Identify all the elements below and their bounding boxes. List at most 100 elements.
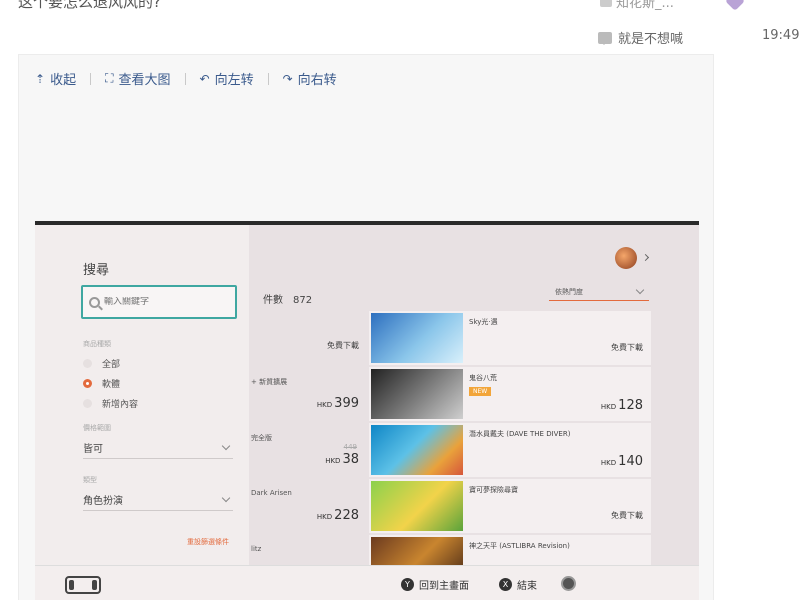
count-value: 872 [293,295,313,306]
home-hint[interactable]: Y 回到主畫面 [401,577,469,592]
game-name: Sky光·遇 [469,318,498,326]
price-value: 38 [342,452,359,467]
price-select[interactable]: 皆可 [83,437,233,459]
rotate-left-label: 向左转 [214,73,254,88]
radio-label: 軟體 [102,380,121,390]
collapse-label: 收起 [50,73,77,88]
list-item[interactable]: 完全版 449 HKD 38 [249,423,369,477]
item-price: HKD 399 [317,396,359,411]
y-button-icon: Y [401,578,414,591]
game-row-guigu[interactable]: 鬼谷八荒 NEW HKD 128 [369,367,651,421]
game-row-astlibra[interactable]: 神之天平 (ASTLIBRA Revision) [369,535,651,565]
new-badge: NEW [469,387,492,396]
game-thumbnail [371,537,463,565]
item-tag: Dark Arisen [251,489,292,497]
home-hint-label: 回到主畫面 [419,581,469,592]
end-hint-label: 結束 [517,581,537,592]
game-row-pokemon[interactable]: 寶可夢探險尋寶 免費下載 [369,479,651,533]
price-value: 399 [334,396,359,411]
count-label: 件數 [263,295,283,306]
search-icon [89,296,100,308]
rotate-left-icon: ↶ [199,71,210,86]
reply-author[interactable]: 就是不想喊 [618,28,683,47]
collapse-icon: ⇡ [35,71,46,86]
sort-select[interactable]: 依熱門度 [549,283,649,301]
item-price: HKD 38 [325,452,359,467]
search-title: 搜尋 [83,263,110,278]
original-price: 449 [343,443,357,451]
genre-select-value: 角色扮演 [83,496,123,507]
comment-icon [600,0,612,7]
game-thumbnail [371,313,463,363]
category-caption: 商品種類 [83,340,111,348]
radio-circle [83,399,92,408]
free-download-label: 免費下載 [611,511,643,520]
currency: HKD [316,401,333,409]
search-box[interactable] [81,285,237,319]
rotate-left-button[interactable]: ↶ 向左转 [199,69,254,89]
price-select-value: 皆可 [83,444,103,455]
price-value: 140 [618,454,643,469]
game-thumbnail [371,369,463,419]
eshop-screen: 搜尋 商品種類 全部 軟體 新增內容 價格範圍 皆可 類型 角色扮演 重設篩選條… [35,225,699,600]
radio-new-content[interactable]: 新增內容 [83,397,138,410]
free-download-label: 免費下載 [327,341,359,350]
item-tag: + 新質擴展 [251,378,288,386]
view-large-label: 查看大图 [118,73,171,88]
price-value: 128 [618,398,643,413]
chevron-down-icon [221,493,231,503]
post-user[interactable]: 知花斯_... [600,0,674,11]
reset-filter-link[interactable]: 重設篩選條件 [187,537,229,547]
attached-photo[interactable]: 搜尋 商品種類 全部 軟體 新增內容 價格範圍 皆可 類型 角色扮演 重設篩選條… [35,221,699,600]
item-price: HKD 228 [317,508,359,523]
item-tag: 完全版 [251,434,272,442]
free-download-label: 免費下載 [611,343,643,352]
level-badge-icon [725,0,745,11]
sort-value: 依熱門度 [555,287,583,296]
price-value: 228 [334,508,359,523]
search-input[interactable] [104,297,224,307]
rotate-right-button[interactable]: ↷ 向右转 [283,69,337,89]
stick-icon [561,576,576,591]
radio-circle-selected [83,379,92,388]
expand-icon: ⛶ [105,71,114,85]
list-item[interactable]: Dark Arisen HKD 228 [249,479,369,533]
radio-label: 新增內容 [102,400,139,410]
genre-select[interactable]: 角色扮演 [83,489,233,511]
view-large-button[interactable]: ⛶ 查看大图 [105,69,170,88]
list-item[interactable]: + 新質擴展 HKD 399 [249,367,369,421]
game-row-dave[interactable]: 潛水員戴夫 (DAVE THE DIVER) HKD 140 [369,423,651,477]
image-viewer: ⇡ 收起 ⛶ 查看大图 ↶ 向左转 ↷ 向右转 搜尋 商品種類 [18,54,714,600]
post-top-strip: 这个要怎么退风风的? 知花斯_... [0,0,800,22]
game-name: 鬼谷八荒 [469,374,497,382]
switch-console-icon [65,576,101,594]
item-tag: litz [251,545,262,553]
reply-time: 19:49 [762,28,800,43]
radio-software[interactable]: 軟體 [83,377,120,390]
radio-label: 全部 [102,360,121,370]
comment-icon [598,31,612,45]
game-name: 寶可夢探險尋寶 [469,486,518,494]
controller-hint-bar: Y 回到主畫面 X 結束 [35,565,699,600]
results-panel: 件數 872 依熱門度 免費下載 + 新質擴展 HKD 399 完全版 449 HK… [249,225,699,565]
currency: HKD [600,403,617,411]
result-count: 件數 872 [263,291,312,306]
search-filter-panel: 搜尋 商品種類 全部 軟體 新增內容 價格範圍 皆可 類型 角色扮演 重設篩選條… [35,225,249,565]
avatar[interactable] [615,247,637,269]
end-hint[interactable]: X 結束 [499,577,537,592]
toolbar-divider [267,72,269,85]
rotate-right-label: 向右转 [297,73,337,88]
toolbar-divider [90,72,92,85]
x-button-icon: X [499,578,512,591]
post-title: 这个要怎么退风风的? [18,0,161,11]
price-caption: 價格範圍 [83,424,111,432]
radio-all[interactable]: 全部 [83,357,120,370]
post-user-name[interactable]: 知花斯_... [616,0,674,11]
radio-circle [83,359,92,368]
collapse-button[interactable]: ⇡ 收起 [35,69,77,89]
game-row-sky[interactable]: Sky光·遇 免費下載 [369,311,651,365]
list-item[interactable]: 免費下載 [249,311,369,365]
currency: HKD [325,457,341,465]
list-item[interactable]: litz [249,535,369,565]
game-thumbnail [371,425,463,475]
